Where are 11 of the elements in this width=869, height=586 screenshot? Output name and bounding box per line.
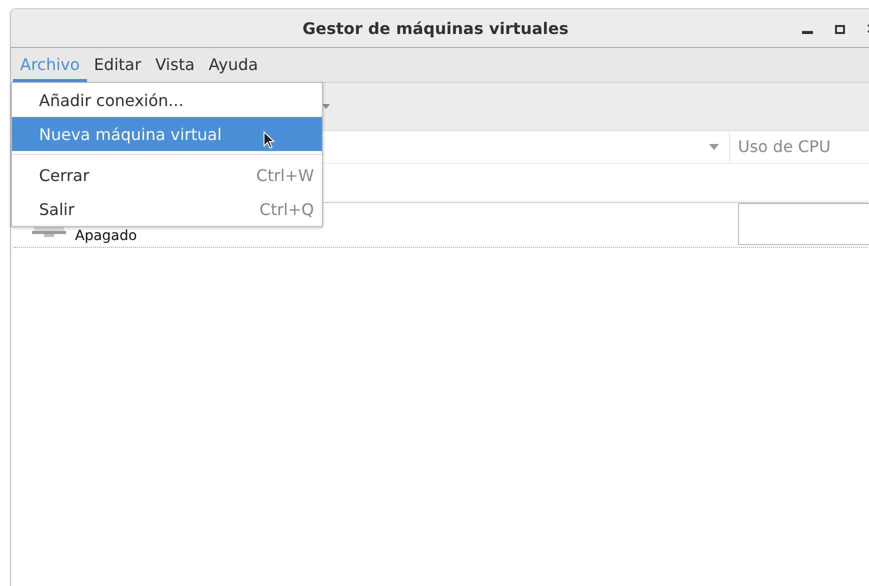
dropdown-arrow-icon[interactable] <box>322 104 330 109</box>
menu-item[interactable]: Añadir conexión... <box>12 83 322 117</box>
menu-title[interactable]: Editar <box>86 48 148 82</box>
window-title: Gestor de máquinas virtuales <box>302 18 569 38</box>
mouse-pointer-icon <box>263 131 275 149</box>
menu-item[interactable]: Cerrar Ctrl+W <box>12 158 322 192</box>
menu-title[interactable]: Vista <box>148 48 202 82</box>
sort-arrow-icon[interactable] <box>709 144 719 150</box>
vm-status: Apagado <box>75 228 137 244</box>
menu-title[interactable]: Ayuda <box>202 48 266 82</box>
maximize-icon[interactable] <box>835 25 845 34</box>
